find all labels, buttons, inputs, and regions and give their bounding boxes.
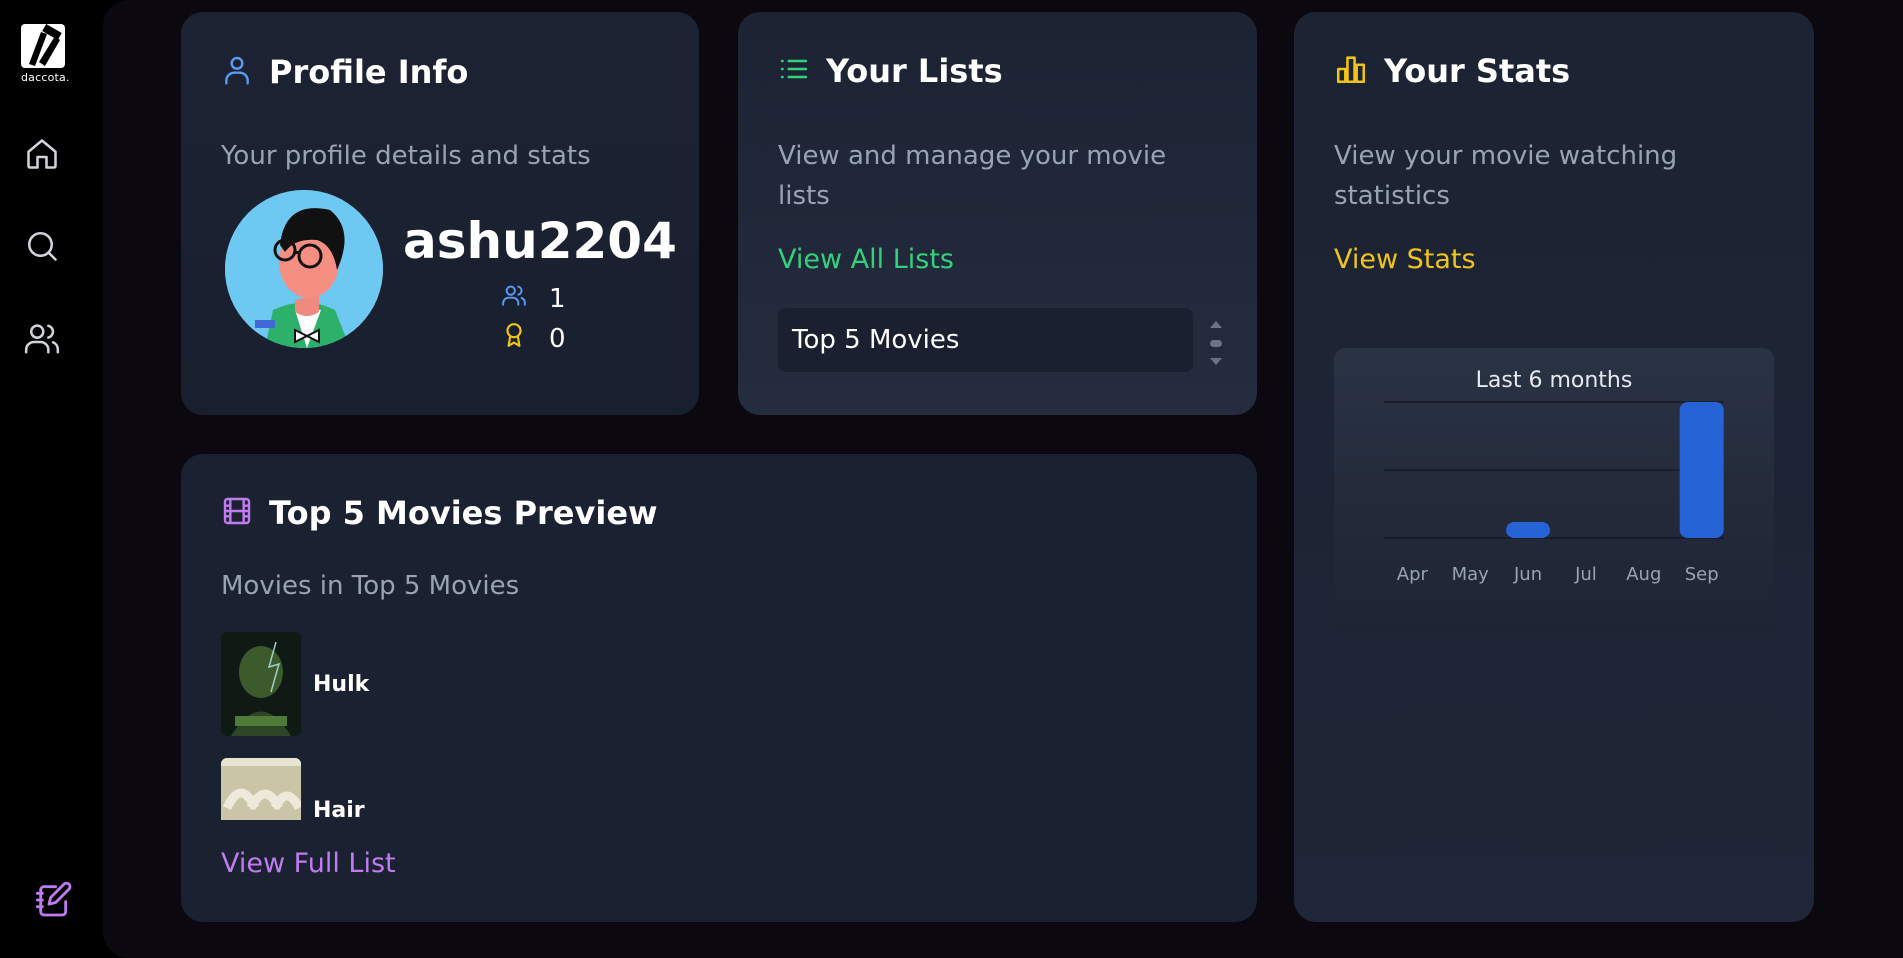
stats-card-header: Your Stats [1334,52,1570,90]
movie-poster [221,632,301,736]
lists-card-title: Your Lists [826,52,1003,90]
followers-count: 1 [549,283,566,314]
stats-card-subtitle: View your movie watching statistics [1334,141,1678,211]
main-content: Profile Info Your profile details and st… [103,0,1903,958]
chart-bar-sep[interactable] [1679,402,1724,538]
app-logo[interactable]: daccota. [21,24,70,88]
view-all-lists-link[interactable]: View All Lists [778,244,954,275]
preview-card-title: Top 5 Movies Preview [269,494,658,532]
search-icon[interactable] [22,226,62,266]
user-icon [221,52,253,92]
lists-card-header: Your Lists [778,52,1003,90]
awards-count: 0 [549,323,566,354]
chart-bar-jun[interactable] [1506,522,1551,538]
view-stats-link[interactable]: View Stats [1334,244,1476,275]
view-full-list-link[interactable]: View Full List [221,848,396,879]
preview-card: Top 5 Movies Preview Movies in Top 5 Mov… [181,454,1257,922]
bar-chart-icon [1334,52,1368,90]
chart-tick-label: Sep [1685,564,1719,585]
awards-stat: 0 [501,322,566,355]
profile-card-title: Profile Info [269,53,469,91]
movie-name: Hair [313,797,365,821]
chart-tick-label: May [1452,564,1490,585]
list-icon [778,53,810,89]
preview-card-subtitle: Movies in Top 5 Movies [221,571,520,601]
stats-card: Your Stats View your movie watching stat… [1294,12,1814,922]
users-icon[interactable] [22,318,62,358]
list-item[interactable]: Hair [221,758,365,820]
award-icon [501,322,527,355]
followers-stat: 1 [501,282,566,315]
logo-mark [21,24,65,68]
profile-card-subtitle: Your profile details and stats [221,141,591,171]
movie-name: Hulk [313,671,370,697]
film-icon [221,494,253,532]
home-icon[interactable] [22,134,62,174]
list-select-spinner[interactable] [1208,318,1224,368]
stats-card-title: Your Stats [1384,52,1571,90]
edit-notebook-icon[interactable] [34,880,74,920]
sidebar: daccota. [0,0,103,958]
list-item[interactable]: Hulk [221,632,369,736]
movie-preview-list: Hulk Hair [181,632,881,820]
stats-chart: Last 6 months Apr May Jun Jul Aug Sep [1334,348,1774,636]
movie-poster [221,758,301,820]
preview-card-header: Top 5 Movies Preview [221,494,658,532]
lists-card-subtitle: View and manage your movie lists [778,141,1167,211]
chart-tick-label: Apr [1397,564,1429,585]
username: ashu2204 [403,212,677,270]
chart-tick-label: Jul [1574,564,1597,585]
profile-card: Profile Info Your profile details and st… [181,12,699,415]
profile-card-header: Profile Info [221,52,468,92]
chart-tick-label: Jun [1513,564,1542,585]
lists-card: Your Lists View and manage your movie li… [738,12,1257,415]
list-select[interactable]: Top 5 Movies [778,308,1193,372]
followers-icon [501,282,527,315]
list-select-value: Top 5 Movies [792,325,960,355]
chart-plot: Apr May Jun Jul Aug Sep [1384,401,1724,585]
avatar[interactable] [225,190,383,348]
chart-tick-label: Aug [1626,564,1661,585]
logo-text: daccota. [21,71,70,84]
